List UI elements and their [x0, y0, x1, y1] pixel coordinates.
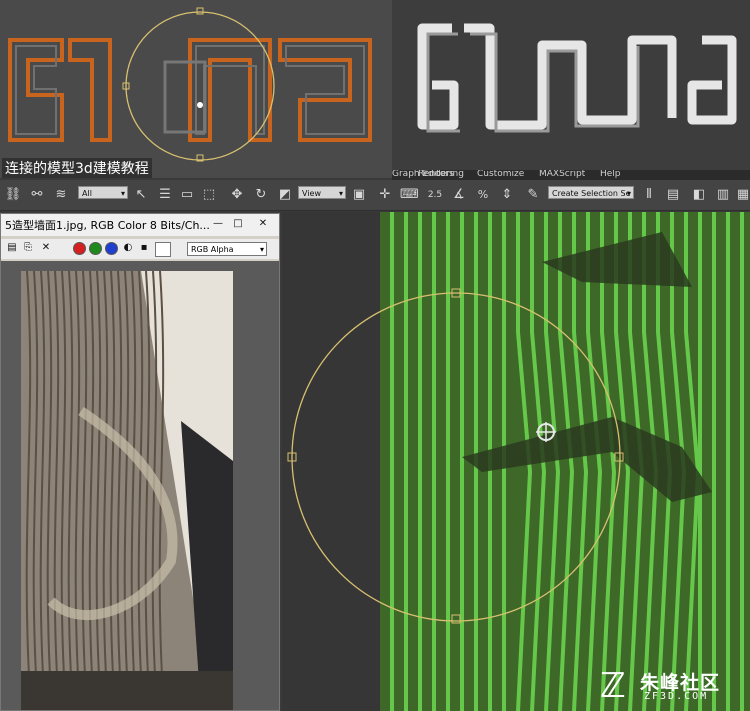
named-selection-dropdown[interactable]: Create Selection Se: [548, 186, 634, 199]
menu-item-maxscript[interactable]: MAXScript: [539, 170, 585, 179]
menu-item-customize[interactable]: Customize: [477, 170, 524, 179]
spinner-snap-icon[interactable]: ⇕: [498, 186, 516, 204]
mirror-icon[interactable]: ⫴: [640, 186, 658, 204]
watermark-mark: ℤ: [600, 666, 626, 706]
mono-icon[interactable]: ◐: [121, 242, 135, 254]
snap-toggle-icon[interactable]: 2.5: [426, 186, 444, 204]
angle-snap-icon[interactable]: ∡: [450, 186, 468, 204]
perspective-viewport[interactable]: [282, 212, 750, 711]
frame-canvas: [1, 261, 279, 710]
channel-dropdown[interactable]: RGB Alpha: [187, 242, 267, 256]
tutorial-title: 连接的模型3d建模教程: [2, 158, 152, 178]
window-crossing-icon[interactable]: ⬚: [200, 186, 218, 204]
main-toolbar: ⛓ ⚯ ≋ All ↖ ☰ ▭ ⬚ ✥ ↻ ◩ View ▣ ✛ ⌨ 2.5 ∡…: [0, 180, 750, 211]
frame-toolbar: ▤ ⎘ ✕ ◐ ▪ RGB Alpha: [1, 239, 279, 259]
select-icon[interactable]: ↖: [132, 186, 150, 204]
align-icon[interactable]: ▤: [664, 186, 682, 204]
percent-snap-icon[interactable]: %: [474, 186, 492, 204]
maximize-icon[interactable]: □: [231, 218, 245, 230]
reference-coord-dropdown[interactable]: View: [298, 186, 346, 199]
green-channel-icon[interactable]: [89, 242, 102, 255]
watermark-url: ZF3D.COM: [644, 691, 709, 702]
move-icon[interactable]: ✥: [228, 186, 246, 204]
unlink-icon[interactable]: ⚯: [28, 186, 46, 204]
select-manipulate-icon[interactable]: ✛: [376, 186, 394, 204]
blue-channel-icon[interactable]: [105, 242, 118, 255]
shaded-render: [392, 0, 750, 170]
frame-titlebar[interactable]: 5造型墙面1.jpg, RGB Color 8 Bits/Ch... — □ ✕: [1, 214, 279, 236]
scale-icon[interactable]: ◩: [276, 186, 294, 204]
menu-item-help[interactable]: Help: [600, 170, 621, 179]
background-swatch[interactable]: [155, 242, 171, 257]
clear-icon[interactable]: ✕: [39, 242, 53, 254]
link-icon[interactable]: ⛓: [4, 186, 22, 204]
layer-icon[interactable]: ◧: [690, 186, 708, 204]
selection-filter-dropdown[interactable]: All: [78, 186, 128, 199]
menu-item-rendering[interactable]: Rendering: [418, 170, 464, 179]
select-by-name-icon[interactable]: ☰: [156, 186, 174, 204]
red-channel-icon[interactable]: [73, 242, 86, 255]
rotate-icon[interactable]: ↻: [252, 186, 270, 204]
close-icon[interactable]: ✕: [256, 218, 270, 230]
graphite-icon[interactable]: ▥: [714, 186, 732, 204]
copy-image-icon[interactable]: ⎘: [21, 242, 35, 254]
rendered-frame-window[interactable]: 5造型墙面1.jpg, RGB Color 8 Bits/Ch... — □ ✕…: [0, 213, 280, 711]
pivot-icon[interactable]: ▣: [350, 186, 368, 204]
watermark-logo: ℤ 朱峰社区 ZF3D.COM: [600, 664, 750, 711]
wireframe-render: [0, 0, 392, 178]
alpha-icon[interactable]: ▪: [137, 242, 151, 254]
save-image-icon[interactable]: ▤: [5, 242, 19, 254]
frame-title: 5造型墙面1.jpg, RGB Color 8 Bits/Ch...: [5, 219, 210, 232]
keyboard-shortcut-icon[interactable]: ⌨: [400, 186, 419, 204]
edit-named-selection-icon[interactable]: ✎: [524, 186, 542, 204]
menu-bar: Graph Editors Rendering Customize MAXScr…: [392, 170, 750, 180]
reference-photo: [21, 271, 233, 710]
curve-editor-icon[interactable]: ▦: [734, 186, 750, 204]
rect-region-icon[interactable]: ▭: [178, 186, 196, 204]
minimize-icon[interactable]: —: [211, 218, 225, 230]
bind-space-warp-icon[interactable]: ≋: [52, 186, 70, 204]
